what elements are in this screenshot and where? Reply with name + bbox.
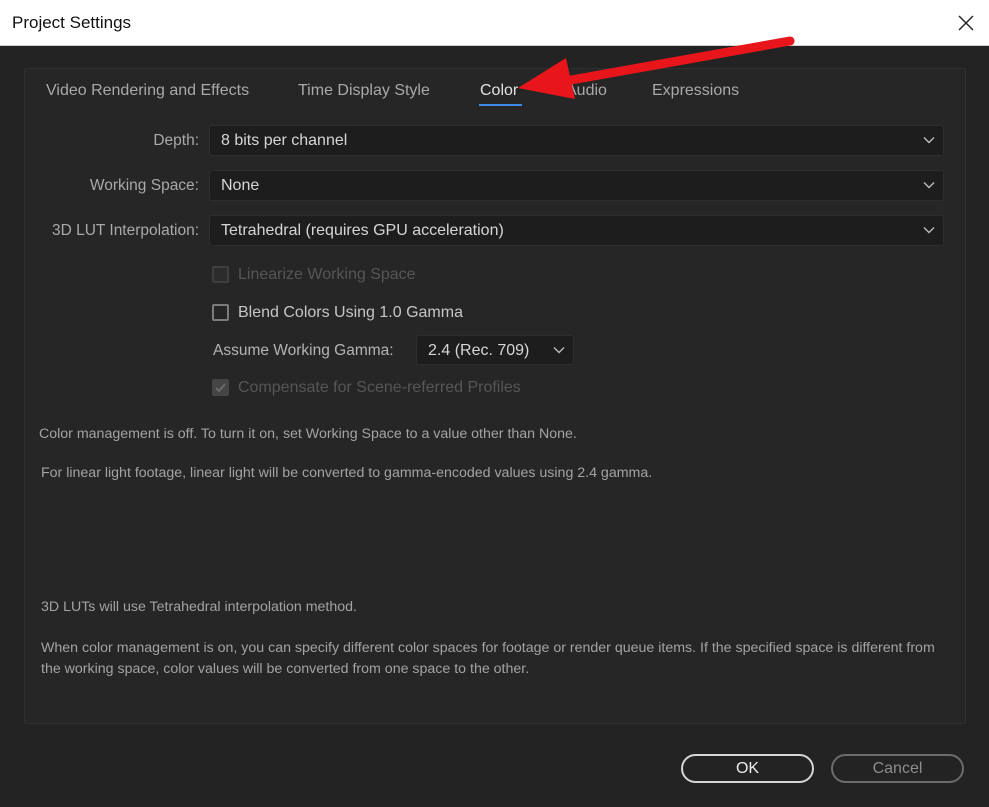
tab-audio[interactable]: Audio [566, 82, 607, 100]
chevron-down-icon [923, 137, 935, 144]
chevron-down-icon [923, 182, 935, 189]
ok-button[interactable]: OK [681, 754, 814, 783]
chevron-down-icon [553, 347, 565, 354]
close-icon [958, 15, 974, 30]
depth-value: 8 bits per channel [221, 132, 348, 149]
window-title: Project Settings [12, 13, 132, 32]
assume-gamma-label: Assume Working Gamma: [213, 342, 394, 359]
lut-interpolation-label: 3D LUT Interpolation: [51, 222, 199, 239]
assume-gamma-value: 2.4 (Rec. 709) [428, 342, 530, 359]
chevron-down-icon [923, 227, 935, 234]
linearize-label: Linearize Working Space [238, 266, 416, 283]
tab-time-display[interactable]: Time Display Style [298, 82, 430, 100]
lut-interpolation-select[interactable]: Tetrahedral (requires GPU acceleration) [209, 215, 944, 246]
depth-select[interactable]: 8 bits per channel [209, 125, 944, 156]
assume-gamma-select[interactable]: 2.4 (Rec. 709) [416, 335, 574, 365]
tab-color[interactable]: Color [480, 82, 518, 100]
working-space-value: None [221, 177, 260, 194]
linear-light-info: For linear light footage, linear light w… [41, 465, 653, 481]
close-button[interactable] [943, 0, 989, 45]
checkmark-icon [215, 383, 226, 393]
tab-expressions[interactable]: Expressions [652, 82, 739, 100]
depth-label: Depth: [153, 132, 199, 149]
color-management-info: Color management is off. To turn it on, … [39, 426, 577, 442]
active-tab-indicator [479, 104, 522, 106]
blend-gamma-checkbox[interactable] [212, 304, 229, 321]
working-space-select[interactable]: None [209, 170, 944, 201]
linearize-checkbox[interactable] [212, 266, 229, 283]
compensate-label: Compensate for Scene-referred Profiles [238, 379, 521, 396]
lut-interpolation-value: Tetrahedral (requires GPU acceleration) [221, 222, 504, 239]
title-bar: Project Settings [0, 0, 989, 46]
cancel-button[interactable]: Cancel [831, 754, 964, 783]
working-space-label: Working Space: [89, 177, 199, 194]
blend-gamma-label: Blend Colors Using 1.0 Gamma [238, 304, 463, 321]
compensate-checkbox[interactable] [212, 379, 229, 396]
lut-method-info: 3D LUTs will use Tetrahedral interpolati… [41, 599, 357, 615]
tab-video-rendering[interactable]: Video Rendering and Effects [46, 82, 249, 100]
color-spaces-info: When color management is on, you can spe… [41, 640, 935, 677]
